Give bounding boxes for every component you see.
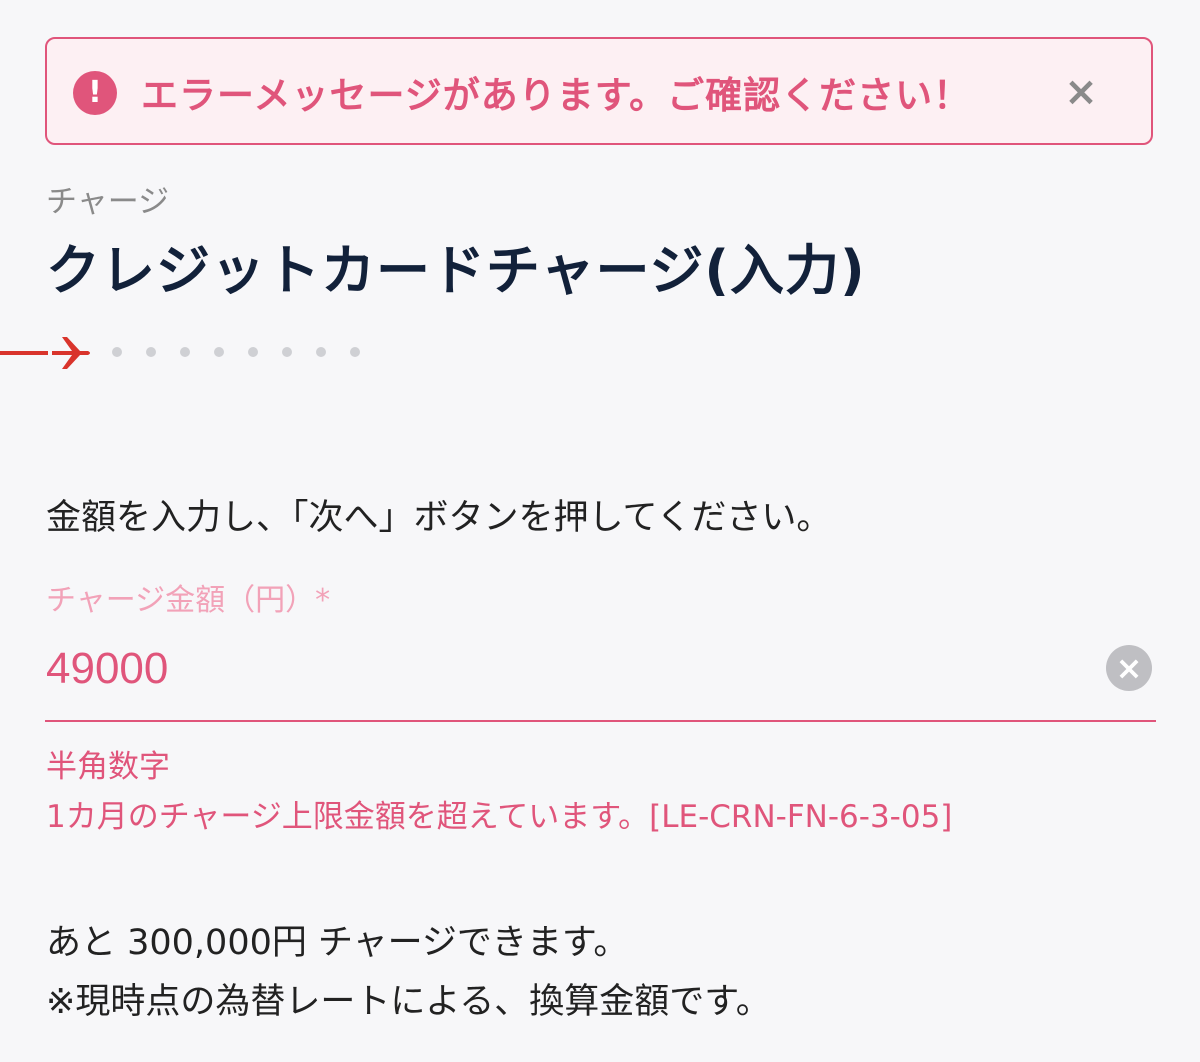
field-error-message: 1カ月のチャージ上限金額を超えています。[LE-CRN-FN-6-3-05]: [46, 799, 953, 835]
step-dot: [214, 347, 224, 357]
exchange-rate-note: ※現時点の為替レートによる、換算金額です。: [46, 982, 771, 1022]
breadcrumb: チャージ: [46, 184, 170, 220]
step-dot: [112, 347, 122, 357]
error-alert: ! エラーメッセージがあります。ご確認ください！ ×: [45, 37, 1153, 145]
close-icon[interactable]: ×: [1061, 67, 1101, 117]
input-underline: [45, 720, 1156, 722]
page-title: クレジットカードチャージ(入力): [46, 239, 866, 302]
input-hint: 半角数字: [46, 749, 170, 785]
step-dot: [350, 347, 360, 357]
step-dot: [248, 347, 258, 357]
step-progress: [0, 333, 400, 373]
airplane-icon: [52, 337, 90, 369]
step-dots: [112, 347, 360, 357]
clear-input-icon[interactable]: ×: [1106, 645, 1152, 691]
progress-line: [0, 351, 48, 355]
step-dot: [146, 347, 156, 357]
step-dot: [180, 347, 190, 357]
amount-input[interactable]: [46, 636, 1096, 702]
step-dot: [282, 347, 292, 357]
amount-label: チャージ金額（円）*: [46, 583, 331, 618]
exclamation-icon: !: [73, 71, 117, 115]
instruction-text: 金額を入力し、「次へ」ボタンを押してください。: [46, 498, 832, 538]
alert-message: エラーメッセージがあります。ご確認ください！: [141, 74, 972, 117]
step-dot: [316, 347, 326, 357]
remaining-amount-text: あと 300,000円 チャージできます。: [46, 923, 629, 963]
